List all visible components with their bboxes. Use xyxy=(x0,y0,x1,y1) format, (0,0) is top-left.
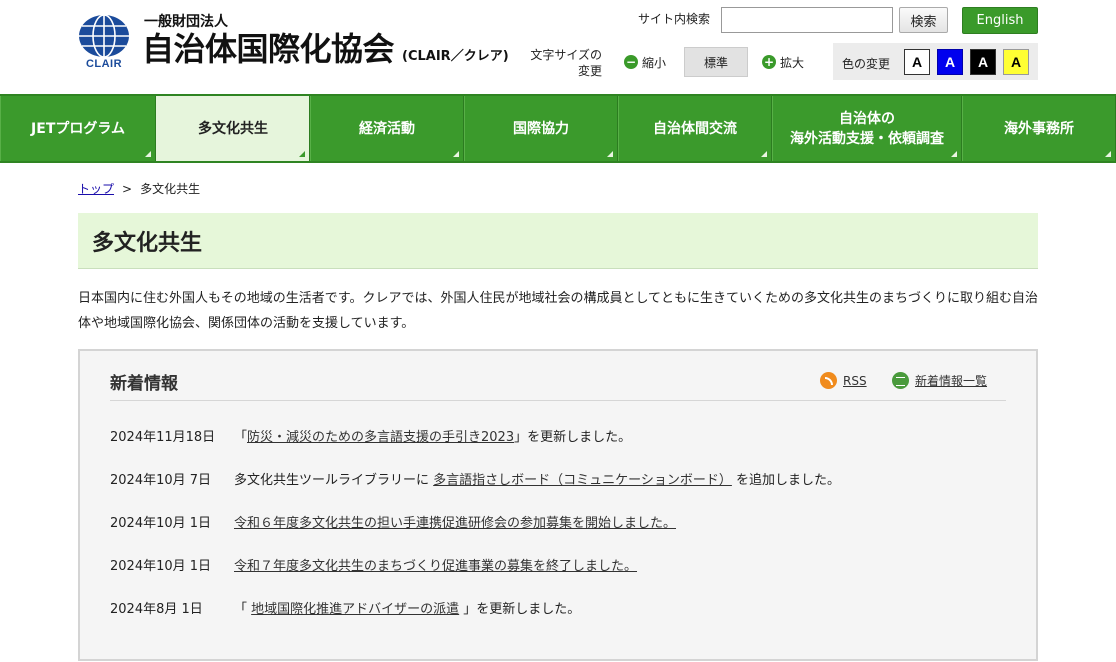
news-text-post: を追加しました。 xyxy=(731,473,841,488)
global-nav: JETプログラム 多文化共生 経済活動 国際協力 自治体間交流 自治体の 海外活… xyxy=(0,94,1116,163)
corner-arrow-icon xyxy=(145,151,151,157)
org-type: 一般財団法人 xyxy=(144,14,228,30)
news-link[interactable]: 令和７年度多文化共生のまちづくり促進事業の募集を終了しました。 xyxy=(234,559,637,574)
list-icon xyxy=(892,372,909,389)
news-item: 2024年10月 1日 令和６年度多文化共生の担い手連携促進研修会の参加募集を開… xyxy=(110,512,676,531)
clair-globe-icon: CLAIR xyxy=(76,14,132,72)
news-link[interactable]: 地域国際化推進アドバイザーの派遣 xyxy=(251,602,459,617)
news-link[interactable]: 令和６年度多文化共生の担い手連携促進研修会の参加募集を開始しました。 xyxy=(234,516,676,531)
nav-item-economy[interactable]: 経済活動 xyxy=(310,96,464,161)
nav-item-cooperation[interactable]: 国際協力 xyxy=(464,96,618,161)
news-text-post: 」を更新しました。 xyxy=(514,430,632,445)
search-label: サイト内検索 xyxy=(638,12,711,26)
rss-icon xyxy=(820,372,837,389)
news-title: 新着情報 xyxy=(110,374,178,394)
news-text-post: 」を更新しました。 xyxy=(459,602,581,617)
font-small-button[interactable]: − 縮小 xyxy=(624,47,666,77)
org-short-name: (CLAIR／クレア) xyxy=(402,49,509,64)
corner-arrow-icon xyxy=(453,151,459,157)
nav-item-exchange[interactable]: 自治体間交流 xyxy=(618,96,772,161)
org-name: 自治体国際化協会 xyxy=(142,30,395,68)
plus-icon: + xyxy=(762,55,776,69)
news-text-pre: 多文化共生ツールライブラリーに xyxy=(234,473,434,488)
color-black-button[interactable]: A xyxy=(970,49,996,75)
news-date: 2024年11月18日 xyxy=(110,430,216,445)
breadcrumb-separator: > xyxy=(122,182,133,196)
corner-arrow-icon xyxy=(1105,151,1111,157)
nav-item-label: JETプログラム xyxy=(31,120,125,137)
news-text-pre: 「 xyxy=(234,602,252,617)
intro-text: 日本国内に住む外国人もその地域の生活者です。クレアでは、外国人住民が地域社会の構… xyxy=(78,291,1039,331)
news-item: 2024年8月 1日 「 地域国際化推進アドバイザーの派遣 」を更新しました。 xyxy=(110,598,580,617)
nav-item-label: 海外事務所 xyxy=(1004,120,1074,137)
color-white-button[interactable]: A xyxy=(904,49,930,75)
corner-arrow-icon xyxy=(761,151,767,157)
news-date: 2024年10月 7日 xyxy=(110,473,212,488)
news-text-pre: 「 xyxy=(234,430,248,445)
news-item: 2024年10月 7日 多文化共生ツールライブラリーに 多言語指さしボード（コミ… xyxy=(110,469,840,488)
nav-item-offices[interactable]: 海外事務所 xyxy=(962,96,1116,161)
font-normal-label: 標準 xyxy=(703,55,728,70)
search-button[interactable]: 検索 xyxy=(899,7,948,33)
nav-item-jet[interactable]: JETプログラム xyxy=(0,96,156,161)
news-list-link[interactable]: 新着情報一覧 xyxy=(915,372,987,389)
nav-item-label: 経済活動 xyxy=(359,120,415,137)
news-date: 2024年10月 1日 xyxy=(110,516,212,531)
nav-item-multicultural[interactable]: 多文化共生 xyxy=(156,96,310,161)
font-large-label: 拡大 xyxy=(780,55,805,70)
news-item: 2024年10月 1日 令和７年度多文化共生のまちづくり促進事業の募集を終了しま… xyxy=(110,555,637,574)
color-label: 色の変更 xyxy=(842,57,891,71)
site-logo[interactable]: CLAIR 一般財団法人 自治体国際化協会 (CLAIR／クレア) xyxy=(76,14,509,72)
font-small-label: 縮小 xyxy=(642,55,667,70)
font-large-button[interactable]: + 拡大 xyxy=(762,47,804,77)
news-date: 2024年10月 1日 xyxy=(110,559,212,574)
english-button[interactable]: English xyxy=(962,7,1038,34)
nav-item-label: 自治体間交流 xyxy=(653,120,737,137)
nav-item-label: 自治体の 海外活動支援・依頼調査 xyxy=(790,110,944,147)
corner-arrow-icon xyxy=(607,151,613,157)
rss-link[interactable]: RSS xyxy=(843,374,867,388)
page-title: 多文化共生 xyxy=(78,213,1038,269)
font-normal-button[interactable]: 標準 xyxy=(684,47,748,77)
corner-arrow-icon xyxy=(299,151,305,157)
color-blue-button[interactable]: A xyxy=(937,49,963,75)
breadcrumb-home-link[interactable]: トップ xyxy=(78,182,114,196)
minus-icon: − xyxy=(624,55,638,69)
news-date: 2024年8月 1日 xyxy=(110,602,203,617)
news-divider xyxy=(110,400,1006,401)
font-size-label: 文字サイズの変更 xyxy=(530,48,602,78)
logo-wordmark: CLAIR xyxy=(85,58,123,70)
nav-item-overseas-support[interactable]: 自治体の 海外活動支援・依頼調査 xyxy=(772,96,962,161)
news-list-link-group: 新着情報一覧 xyxy=(892,372,987,389)
news-link[interactable]: 多言語指さしボード（コミュニケーションボード） xyxy=(433,473,732,488)
news-item: 2024年11月18日 「防災・減災のための多言語支援の手引き2023」を更新し… xyxy=(110,426,631,445)
nav-item-label: 国際協力 xyxy=(513,120,569,137)
rss-link-group: RSS xyxy=(820,372,867,389)
breadcrumb-current: 多文化共生 xyxy=(140,182,201,196)
news-link[interactable]: 防災・減災のための多言語支援の手引き2023 xyxy=(247,430,514,445)
globe-icon xyxy=(79,14,129,58)
color-yellow-button[interactable]: A xyxy=(1003,49,1029,75)
breadcrumb: トップ > 多文化共生 xyxy=(78,180,200,197)
search-input[interactable] xyxy=(721,7,893,33)
nav-item-label: 多文化共生 xyxy=(198,120,268,137)
corner-arrow-icon xyxy=(951,151,957,157)
news-panel: 新着情報 RSS 新着情報一覧 2024年11月18日 「防災・減災のための多言… xyxy=(78,349,1038,661)
